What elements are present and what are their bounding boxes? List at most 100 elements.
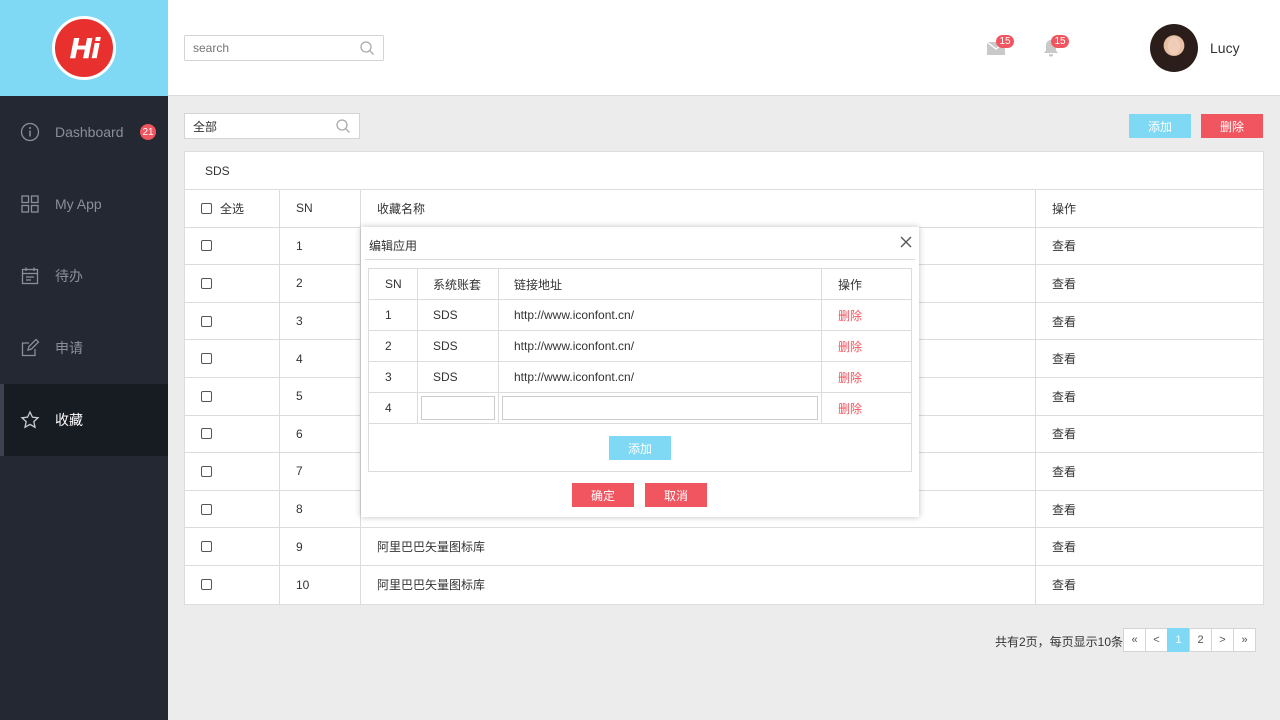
logo-area: Hi (0, 0, 168, 96)
row-sn: 6 (280, 415, 361, 453)
table-header-row: 全选 SN 收藏名称 操作 (185, 190, 1263, 228)
table-row: 9 阿里巴巴矢量图标库 查看 (185, 528, 1263, 566)
mail-badge: 15 (996, 35, 1014, 48)
modal-cell-account: SDS (418, 362, 499, 392)
confirm-button[interactable]: 确定 (572, 483, 634, 507)
row-checkbox[interactable] (201, 315, 212, 327)
view-link[interactable]: 查看 (1052, 425, 1076, 442)
edit-icon (20, 338, 40, 358)
view-link[interactable]: 查看 (1052, 576, 1076, 593)
row-select-cell (185, 453, 280, 490)
search-input[interactable] (193, 41, 353, 55)
row-action-cell: 查看 (1036, 228, 1263, 265)
header-sn: SN (280, 190, 361, 227)
row-select-cell (185, 528, 280, 565)
row-checkbox[interactable] (201, 277, 212, 289)
delete-row-link[interactable]: 删除 (838, 400, 862, 417)
row-sn: 3 (280, 302, 361, 340)
modal-cell-action: 删除 (822, 331, 911, 361)
calendar-icon (20, 266, 40, 286)
delete-row-link[interactable]: 删除 (838, 307, 862, 324)
modal-title: 编辑应用 (369, 239, 418, 253)
row-sn: 2 (280, 265, 361, 302)
modal-cell-account: SDS (418, 331, 499, 361)
row-select-cell (185, 490, 280, 528)
view-link[interactable]: 查看 (1052, 313, 1076, 330)
view-link[interactable]: 查看 (1052, 538, 1076, 555)
next-page-button[interactable]: > (1211, 628, 1234, 652)
first-page-button[interactable]: « (1123, 628, 1146, 652)
modal-cell-sn: 4 (369, 393, 418, 423)
select-all-checkbox[interactable] (201, 202, 212, 214)
search-icon[interactable] (359, 40, 375, 56)
page-button-2[interactable]: 2 (1189, 628, 1212, 652)
row-checkbox[interactable] (201, 240, 212, 252)
sidebar-item-todo[interactable]: 待办 (0, 240, 168, 312)
sidebar-item-favorites[interactable]: 收藏 (0, 384, 168, 456)
modal-header-sn: SN (369, 269, 418, 299)
delete-row-link[interactable]: 删除 (838, 338, 862, 355)
view-link[interactable]: 查看 (1052, 388, 1076, 405)
table-row: 10 阿里巴巴矢量图标库 查看 (185, 565, 1263, 604)
modal-cell-sn: 1 (369, 300, 418, 330)
view-link[interactable]: 查看 (1052, 463, 1076, 480)
modal-new-row: 4 删除 (369, 393, 911, 424)
row-name: 阿里巴巴矢量图标库 (361, 528, 1036, 565)
view-link[interactable]: 查看 (1052, 275, 1076, 292)
row-select-cell (185, 565, 280, 604)
row-checkbox[interactable] (201, 353, 212, 365)
modal-cell-url: http://www.iconfont.cn/ (499, 362, 822, 392)
page-button-1[interactable]: 1 (1167, 628, 1190, 652)
add-button[interactable]: 添加 (1129, 114, 1191, 138)
row-checkbox[interactable] (201, 503, 212, 515)
row-checkbox[interactable] (201, 428, 212, 440)
row-action-cell: 查看 (1036, 453, 1263, 490)
account-input[interactable] (421, 396, 495, 420)
close-icon[interactable] (900, 236, 912, 248)
view-link[interactable]: 查看 (1052, 350, 1076, 367)
sidebar: Dashboard 21 My App 待办 申请 收藏 (0, 96, 168, 720)
sidebar-item-apply[interactable]: 申请 (0, 312, 168, 384)
row-select-cell (185, 340, 280, 377)
info-circle-icon (20, 122, 40, 142)
row-sn: 5 (280, 377, 361, 415)
view-link[interactable]: 查看 (1052, 237, 1076, 254)
edit-app-modal: 编辑应用 SN 系统账套 链接地址 操作 1 SDS http://www.icon… (361, 227, 919, 517)
sidebar-item-my-app[interactable]: My App (0, 168, 168, 240)
modal-cell-sn: 3 (369, 362, 418, 392)
row-sn: 4 (280, 340, 361, 377)
modal-header-row: SN 系统账套 链接地址 操作 (369, 269, 911, 300)
logo-text: Hi (69, 31, 100, 65)
row-checkbox[interactable] (201, 579, 212, 591)
avatar[interactable] (1150, 24, 1198, 72)
row-checkbox[interactable] (201, 465, 212, 477)
row-select-cell (185, 377, 280, 415)
modal-header-action: 操作 (838, 277, 863, 292)
username[interactable]: Lucy (1210, 40, 1240, 56)
prev-page-button[interactable]: < (1145, 628, 1168, 652)
delete-button[interactable]: 删除 (1201, 114, 1263, 138)
header-select-all: 全选 (185, 190, 280, 227)
filter-select[interactable]: 全部 (184, 113, 360, 139)
row-action-cell: 查看 (1036, 265, 1263, 302)
modal-divider (365, 259, 915, 260)
delete-row-link[interactable]: 删除 (838, 369, 862, 386)
row-sn: 1 (280, 227, 361, 265)
url-input[interactable] (502, 396, 818, 420)
logo[interactable]: Hi (52, 16, 116, 80)
row-checkbox[interactable] (201, 541, 212, 553)
view-link[interactable]: 查看 (1052, 501, 1076, 518)
star-icon (20, 410, 40, 430)
modal-cell-action: 删除 (822, 300, 911, 330)
pagination: « < 1 2 > » (1123, 628, 1256, 652)
cancel-button[interactable]: 取消 (645, 483, 707, 507)
search-icon[interactable] (335, 118, 351, 134)
sidebar-item-dashboard[interactable]: Dashboard 21 (0, 96, 168, 168)
row-checkbox[interactable] (201, 390, 212, 402)
row-action-cell: 查看 (1036, 378, 1263, 415)
add-row-button[interactable]: 添加 (609, 436, 671, 460)
last-page-button[interactable]: » (1233, 628, 1256, 652)
sidebar-item-label: My App (55, 196, 102, 212)
modal-cell-action: 删除 (822, 393, 911, 423)
row-sn: 8 (280, 490, 361, 528)
